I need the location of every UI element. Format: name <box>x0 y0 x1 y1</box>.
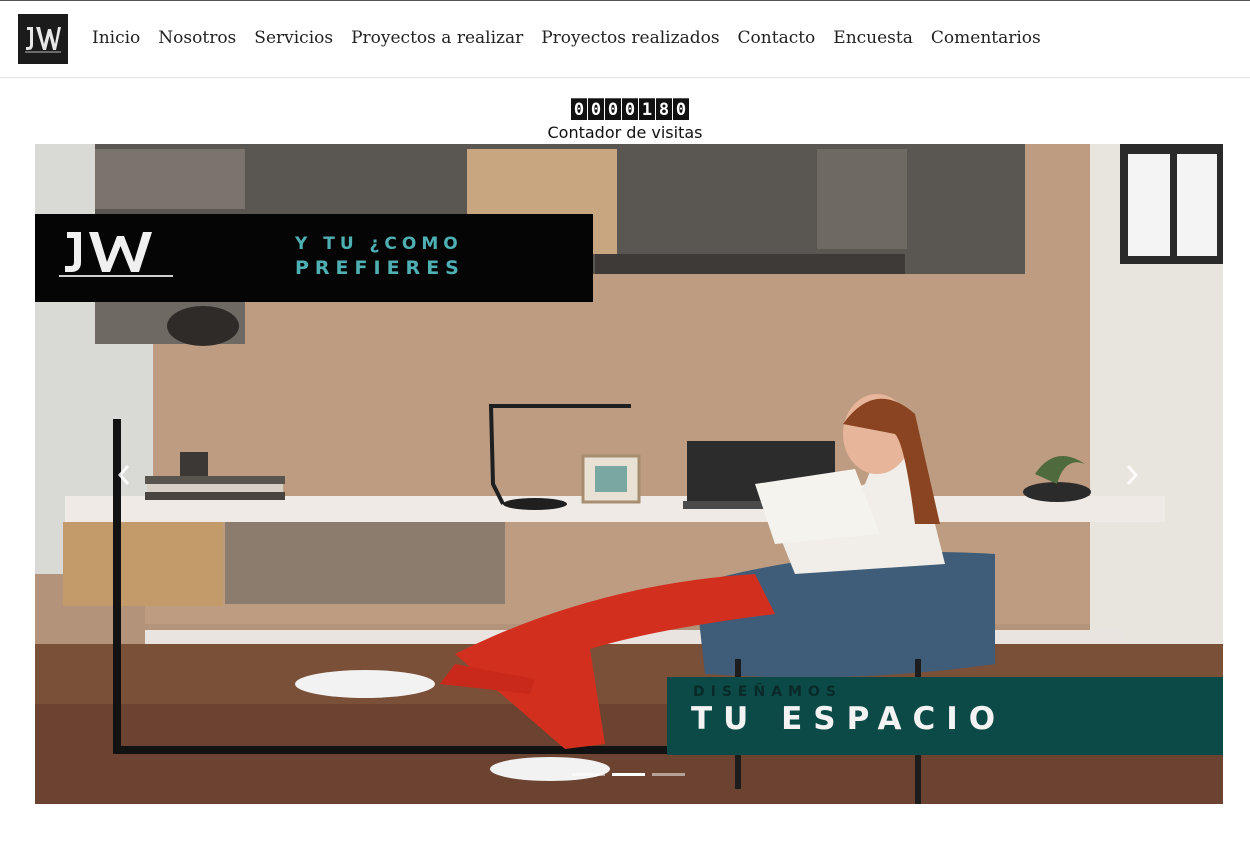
logo-mark-icon <box>25 27 61 53</box>
carousel-indicators <box>572 773 685 776</box>
nav-links: Inicio Nosotros Servicios Proyectos a re… <box>83 28 1050 48</box>
nav-link-proyectos-realizados[interactable]: Proyectos realizados <box>532 28 728 48</box>
carousel-indicator-2[interactable] <box>612 773 645 776</box>
counter-digit: 0 <box>571 98 587 120</box>
nav-link-proyectos-a-realizar[interactable]: Proyectos a realizar <box>342 28 532 48</box>
counter-digit: 0 <box>588 98 604 120</box>
visit-counter: 0 0 0 0 1 8 0 <box>571 98 690 120</box>
slide-bottom-subtitle: DISEÑAMOS <box>693 684 842 700</box>
slide-bottom-banner: DISEÑAMOS TU ESPACIO <box>667 677 1223 755</box>
navbar: Inicio Nosotros Servicios Proyectos a re… <box>0 1 1250 78</box>
counter-digit: 0 <box>605 98 621 120</box>
nav-link-comentarios[interactable]: Comentarios <box>922 28 1050 48</box>
site-logo[interactable] <box>18 14 68 64</box>
carousel-indicator-1[interactable] <box>572 773 605 776</box>
slide-bottom-title: TU ESPACIO <box>691 701 1007 737</box>
counter-digit: 1 <box>639 98 655 120</box>
nav-link-inicio[interactable]: Inicio <box>83 28 149 48</box>
nav-link-contacto[interactable]: Contacto <box>729 28 825 48</box>
nav-link-servicios[interactable]: Servicios <box>245 28 342 48</box>
hero-carousel: Y TU ¿COMO PREFIERES DISEÑAMOS TU ESPACI… <box>35 144 1223 804</box>
counter-digit: 8 <box>656 98 672 120</box>
chevron-right-icon <box>1126 465 1139 485</box>
carousel-next-button[interactable] <box>1117 460 1147 490</box>
nav-link-nosotros[interactable]: Nosotros <box>149 28 245 48</box>
counter-digit: 0 <box>673 98 689 120</box>
slide-top-line1: Y TU ¿COMO <box>295 234 463 254</box>
nav-link-encuesta[interactable]: Encuesta <box>824 28 922 48</box>
carousel-indicator-3[interactable] <box>652 773 685 776</box>
slide-top-line2: PREFIERES <box>295 257 465 279</box>
slide-top-text: Y TU ¿COMO PREFIERES <box>295 232 465 280</box>
carousel-prev-button[interactable] <box>109 460 139 490</box>
brand-logo-icon <box>59 232 173 277</box>
counter-digit: 0 <box>622 98 638 120</box>
slide-top-banner: Y TU ¿COMO PREFIERES <box>35 214 593 302</box>
chevron-left-icon <box>117 465 130 485</box>
counter-label: Contador de visitas <box>547 123 703 142</box>
